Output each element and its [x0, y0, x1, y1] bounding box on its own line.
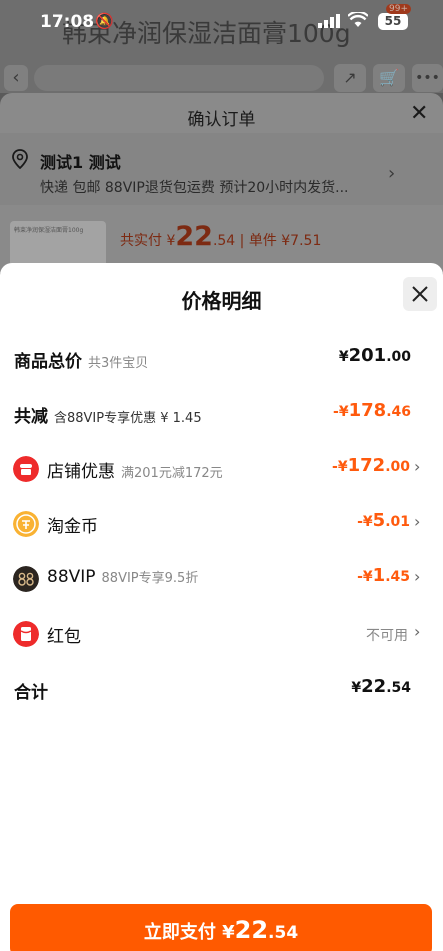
order-total-prefix: 共实付 ¥	[120, 233, 176, 249]
vip-icon	[13, 566, 39, 592]
row-sub: 满201元减172元	[121, 466, 223, 481]
background-nav: ‹ ↗ 🛒 •••	[0, 62, 443, 94]
product-thumbnail-text: 韩束净润保湿洁面膏100g	[14, 227, 84, 234]
wifi-icon	[348, 12, 368, 27]
row-label-text: 店铺优惠	[47, 462, 115, 482]
close-icon	[412, 286, 428, 302]
value-dec: .00	[385, 459, 410, 475]
value-int: 5	[372, 510, 386, 531]
row-shop-discount[interactable]: 店铺优惠 满201元减172元 -¥172.00 ›	[0, 449, 443, 489]
row-sub: 共3件宝贝	[88, 356, 149, 371]
price-detail-sheet: 价格明细 商品总价 共3件宝贝 ¥201.00 共减 含88VIP专享优惠 ¥ 1.…	[0, 263, 443, 951]
currency: -¥	[333, 404, 349, 420]
value-dec: .01	[385, 514, 410, 530]
order-total-line: 共实付 ¥22.54 | 单件 ¥7.51	[120, 221, 321, 252]
chevron-right-icon: ›	[414, 512, 421, 531]
status-unavailable: 不可用	[366, 628, 408, 644]
address-card: 测试1 测试 快递 包邮 88VIP退货包运费 预计20小时内发货... ›	[0, 133, 443, 205]
pay-now-button[interactable]: 立即支付 ¥22.54	[10, 904, 432, 951]
row-value: -¥1.45	[357, 565, 410, 586]
currency: ¥	[351, 680, 362, 696]
order-total-int: 22	[175, 221, 213, 252]
location-icon	[12, 149, 28, 169]
row-label-text: 88VIP	[47, 567, 96, 587]
currency: -¥	[332, 459, 348, 475]
row-label: 合计	[14, 678, 48, 703]
row-value: ¥22.54	[351, 676, 411, 697]
address-chevron-icon: ›	[388, 163, 396, 184]
row-sub: 含88VIP专享优惠 ¥ 1.45	[54, 411, 202, 426]
value-dec: .00	[386, 349, 411, 365]
currency: ¥	[338, 349, 349, 365]
value-int: 178	[348, 400, 387, 421]
row-label-text: 商品总价	[14, 352, 82, 372]
status-time: 17:08	[40, 12, 95, 32]
row-value: ¥201.00	[339, 345, 411, 366]
confirm-close-icon: ✕	[410, 101, 429, 126]
unit-price: | 单件 ¥7.51	[239, 233, 322, 249]
pay-button-int: 22	[234, 916, 269, 944]
pay-button-dec: .54	[268, 923, 299, 943]
row-goods-total: 商品总价 共3件宝贝 ¥201.00	[0, 339, 443, 379]
row-label-text: 共减	[14, 407, 48, 427]
pay-button-prefix: 立即支付 ¥	[143, 922, 235, 943]
row-sub: 88VIP专享9.5折	[101, 571, 199, 586]
row-total-discount: 共减 含88VIP专享优惠 ¥ 1.45 -¥178.46	[0, 394, 443, 434]
currency: -¥	[357, 514, 373, 530]
order-total-dec: .54	[212, 233, 236, 249]
chevron-right-icon: ›	[414, 457, 421, 476]
red-packet-icon	[13, 621, 39, 647]
shipping-info: 快递 包邮 88VIP退货包运费 预计20小时内发货...	[40, 180, 349, 196]
battery-icon: 55	[378, 13, 408, 30]
confirm-order-title: 确认订单	[187, 110, 256, 130]
row-grand-total: 合计 ¥22.54	[0, 670, 443, 710]
value-dec: .46	[386, 404, 411, 420]
row-label-text: 合计	[14, 683, 48, 703]
row-label: 88VIP 88VIP专享9.5折	[47, 567, 198, 587]
value-int: 1	[372, 565, 386, 586]
row-label: 商品总价 共3件宝贝	[14, 347, 148, 372]
coin-icon	[13, 511, 39, 537]
chevron-right-icon: ›	[414, 567, 421, 586]
back-icon: ‹	[4, 65, 28, 91]
row-label: 淘金币	[47, 512, 98, 537]
confirm-order-sheet: 确认订单 ✕ 测试1 测试 快递 包邮 88VIP退货包运费 预计20小时内发货…	[0, 93, 443, 273]
value-int: 201	[348, 345, 387, 366]
currency: -¥	[357, 569, 373, 585]
chevron-right-icon: ›	[414, 622, 421, 641]
battery-level: 55	[384, 14, 402, 28]
value-int: 172	[347, 455, 386, 476]
background-search	[34, 65, 324, 91]
value-int: 22	[361, 676, 387, 697]
row-red-packet[interactable]: 红包 不可用 ›	[0, 614, 443, 654]
value-dec: .54	[386, 680, 411, 696]
sheet-title: 价格明细	[181, 289, 262, 313]
row-label: 店铺优惠 满201元减172元	[47, 457, 223, 482]
cart-badge: 99+	[386, 4, 411, 14]
more-icon: •••	[412, 64, 443, 92]
address-name: 测试1 测试	[40, 153, 121, 172]
shop-icon	[13, 456, 39, 482]
signal-icon	[318, 14, 340, 28]
value-dec: .45	[385, 569, 410, 585]
row-label-text: 淘金币	[47, 517, 98, 537]
share-icon: ↗	[334, 64, 366, 92]
row-label: 红包	[47, 622, 81, 647]
row-value: -¥178.46	[333, 400, 411, 421]
bell-muted-icon: 🔕	[95, 12, 114, 30]
row-value: -¥172.00	[332, 455, 410, 476]
row-taojinbi[interactable]: 淘金币 -¥5.01 ›	[0, 504, 443, 544]
row-88vip[interactable]: 88VIP 88VIP专享9.5折 -¥1.45 ›	[0, 559, 443, 599]
row-label-text: 红包	[47, 627, 81, 647]
close-button[interactable]	[403, 277, 437, 311]
row-value: -¥5.01	[357, 510, 410, 531]
status-bar: 17:08 🔕 55	[0, 0, 443, 46]
cart-icon: 🛒	[373, 64, 405, 92]
row-label: 共减 含88VIP专享优惠 ¥ 1.45	[14, 402, 202, 427]
